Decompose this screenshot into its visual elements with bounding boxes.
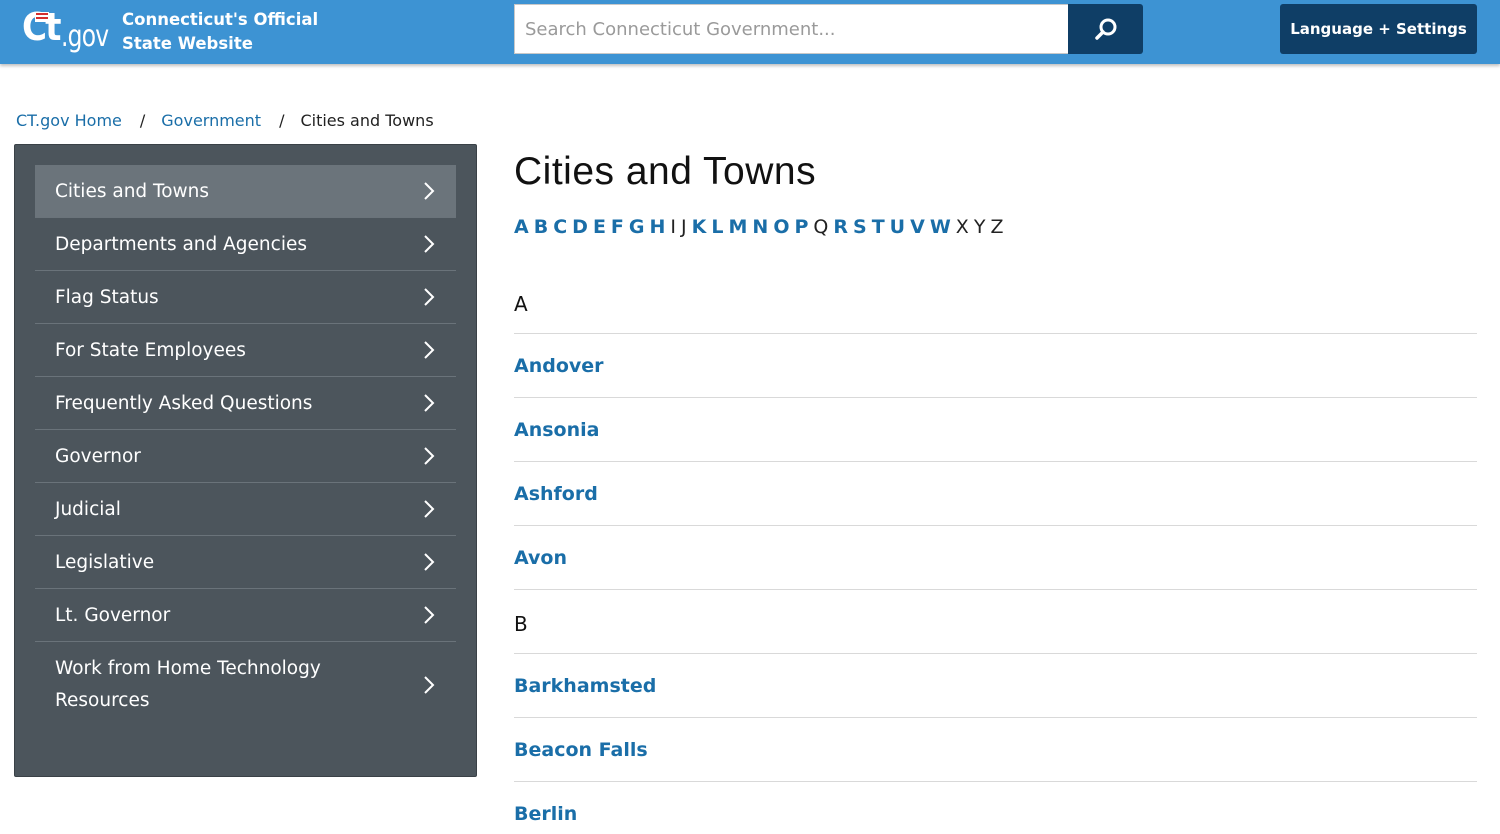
towns-listing: A Andover Ansonia Ashford Avon B Barkham… (514, 270, 1477, 834)
list-item: Ansonia (514, 398, 1477, 462)
sidebar-item-cities-and-towns[interactable]: Cities and Towns (35, 165, 456, 218)
alpha-link-c[interactable]: C (553, 214, 567, 240)
search-icon (1094, 18, 1116, 40)
alpha-link-r[interactable]: R (833, 214, 848, 240)
breadcrumb: CT.gov Home / Government / Cities and To… (16, 110, 434, 132)
sidebar-item-label: Work from Home Technology Resources (55, 657, 321, 711)
alpha-letter-z: Z (990, 216, 1004, 238)
sidebar-item-flag-status[interactable]: Flag Status (35, 271, 456, 324)
alpha-link-p[interactable]: P (794, 214, 808, 240)
list-item: Beacon Falls (514, 718, 1477, 782)
alpha-link-d[interactable]: D (572, 214, 588, 240)
chevron-right-icon (424, 675, 435, 694)
breadcrumb-separator: / (139, 111, 146, 130)
list-item: Berlin (514, 782, 1477, 834)
alpha-link-v[interactable]: V (910, 214, 925, 240)
chevron-right-icon (424, 500, 435, 518)
alpha-link-u[interactable]: U (890, 214, 905, 240)
sidebar-item-label: Cities and Towns (55, 180, 210, 202)
list-item: Ashford (514, 462, 1477, 526)
town-link-andover[interactable]: Andover (514, 355, 604, 377)
sidebar-item-governor[interactable]: Governor (35, 430, 456, 483)
chevron-right-icon (424, 553, 435, 571)
alpha-link-h[interactable]: H (650, 214, 666, 240)
sidebar-item-judicial[interactable]: Judicial (35, 483, 456, 536)
town-link-ashford[interactable]: Ashford (514, 483, 598, 505)
flag-icon (35, 12, 49, 22)
sidebar-item-label: Legislative (55, 551, 155, 573)
alpha-link-w[interactable]: W (930, 214, 951, 240)
chevron-right-icon (424, 394, 435, 412)
alpha-letter-j: J (681, 216, 687, 238)
sidebar-list: Cities and Towns Departments and Agencie… (35, 165, 456, 727)
alpha-link-k[interactable]: K (692, 214, 707, 240)
sidebar-item-label: Frequently Asked Questions (55, 392, 313, 414)
town-link-ansonia[interactable]: Ansonia (514, 419, 599, 441)
town-link-berlin[interactable]: Berlin (514, 803, 577, 825)
breadcrumb-home-link[interactable]: CT.gov Home (16, 110, 122, 132)
sidebar-item-legislative[interactable]: Legislative (35, 536, 456, 589)
sidebar-item-work-from-home[interactable]: Work from Home Technology Resources (35, 642, 456, 727)
sidebar-item-label: For State Employees (55, 339, 246, 361)
search-field-wrapper (514, 4, 1069, 54)
sidebar-nav: Cities and Towns Departments and Agencie… (14, 144, 477, 777)
sidebar-item-label: Governor (55, 445, 141, 467)
list-item: Andover (514, 334, 1477, 398)
alpha-link-m[interactable]: M (728, 214, 747, 240)
site-title-line1: Connecticut's Official (122, 10, 319, 29)
town-link-avon[interactable]: Avon (514, 547, 567, 569)
sidebar-item-label: Judicial (55, 498, 121, 520)
section-heading-b: B (514, 590, 1477, 654)
site-header: Ct .gov Connecticut's Official State Web… (0, 0, 1500, 64)
breadcrumb-current: Cities and Towns (300, 111, 434, 130)
sidebar-item-label: Flag Status (55, 286, 159, 308)
sidebar-item-label: Lt. Governor (55, 604, 171, 626)
list-item: Barkhamsted (514, 654, 1477, 718)
alpha-letter-y: Y (973, 216, 986, 238)
sidebar-item-for-state-employees[interactable]: For State Employees (35, 324, 456, 377)
alpha-link-t[interactable]: T (872, 214, 885, 240)
alpha-link-g[interactable]: G (629, 214, 645, 240)
sidebar-item-faq[interactable]: Frequently Asked Questions (35, 377, 456, 430)
ct-gov-logo[interactable]: Ct .gov (22, 6, 110, 56)
chevron-right-icon (424, 182, 435, 200)
breadcrumb-separator: / (279, 111, 285, 130)
chevron-right-icon (424, 288, 435, 306)
town-link-barkhamsted[interactable]: Barkhamsted (514, 675, 656, 697)
sidebar-item-departments-and-agencies[interactable]: Departments and Agencies (35, 218, 456, 271)
breadcrumb-government-link[interactable]: Government (161, 110, 261, 132)
alpha-link-e[interactable]: E (593, 214, 606, 240)
page-title: Cities and Towns (514, 150, 817, 193)
alpha-link-o[interactable]: O (773, 214, 789, 240)
list-item: Avon (514, 526, 1477, 590)
chevron-right-icon (424, 341, 435, 359)
language-settings-button[interactable]: Language + Settings (1280, 4, 1477, 54)
town-link-beacon-falls[interactable]: Beacon Falls (514, 739, 648, 761)
alpha-link-n[interactable]: N (752, 214, 768, 240)
chevron-right-icon (424, 606, 435, 624)
chevron-right-icon (424, 235, 435, 253)
alpha-link-s[interactable]: S (853, 214, 867, 240)
site-title[interactable]: Connecticut's Official State Website (122, 8, 318, 56)
logo-gov-text: .gov (61, 19, 109, 54)
alpha-link-a[interactable]: A (514, 214, 529, 240)
search-button[interactable] (1068, 4, 1143, 54)
alpha-link-l[interactable]: L (711, 214, 723, 240)
section-heading-a: A (514, 270, 1477, 334)
alpha-link-b[interactable]: B (534, 214, 548, 240)
alpha-letter-q: Q (813, 216, 829, 238)
sidebar-item-lt-governor[interactable]: Lt. Governor (35, 589, 456, 642)
search-input[interactable] (525, 18, 1058, 40)
alpha-letter-i: I (670, 216, 677, 238)
alpha-letter-x: X (955, 216, 969, 238)
alphabet-index: A B C D E F G H I J K L M N O P Q R S T … (514, 214, 1008, 240)
chevron-right-icon (424, 447, 435, 465)
sidebar-item-label: Departments and Agencies (55, 233, 307, 255)
site-title-line2: State Website (122, 34, 253, 53)
alpha-link-f[interactable]: F (611, 214, 624, 240)
